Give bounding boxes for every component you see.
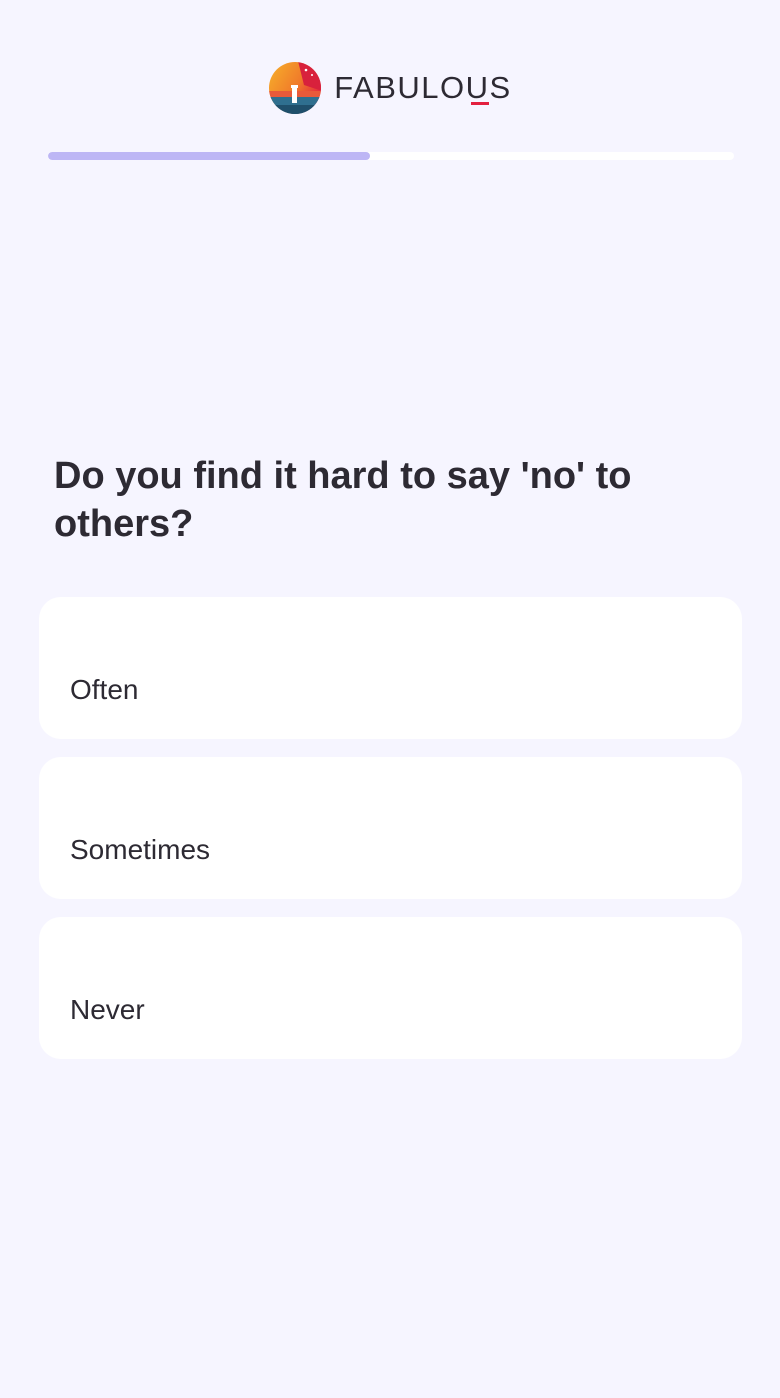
question-title: Do you find it hard to say 'no' to other… bbox=[54, 455, 632, 545]
answer-options: Often Sometimes Never bbox=[39, 597, 742, 1077]
brand-name: FABULOUS bbox=[334, 70, 512, 105]
answer-option-label: Sometimes bbox=[70, 834, 211, 865]
fabulous-logo-icon bbox=[269, 62, 322, 114]
brand-underline-accent bbox=[471, 102, 490, 105]
answer-option-never[interactable]: Never bbox=[39, 917, 742, 1059]
answer-option-label: Never bbox=[70, 994, 145, 1025]
answer-option-label: Often bbox=[70, 674, 139, 705]
app-header: FABULOUS bbox=[0, 58, 780, 118]
quiz-progress-fill bbox=[48, 152, 371, 160]
answer-option-often[interactable]: Often bbox=[39, 597, 742, 739]
quiz-progress-bar bbox=[48, 152, 734, 160]
answer-option-sometimes[interactable]: Sometimes bbox=[39, 757, 742, 899]
